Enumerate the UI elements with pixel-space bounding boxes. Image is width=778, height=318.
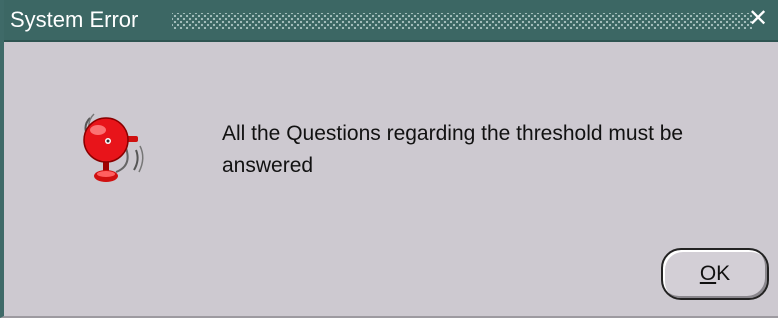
- window-title: System Error: [10, 7, 139, 32]
- ok-mnemonic: O: [699, 262, 717, 285]
- close-icon: ✕: [747, 5, 769, 32]
- close-button[interactable]: ✕: [746, 5, 770, 33]
- title-bar-pattern: [172, 13, 752, 29]
- error-message: All the Questions regarding the threshol…: [222, 122, 684, 177]
- alarm-bell-icon: [76, 108, 156, 188]
- title-bar[interactable]: System Error ✕: [4, 0, 778, 42]
- ok-label: K: [716, 262, 731, 285]
- ok-button[interactable]: OK: [661, 248, 769, 300]
- error-dialog-window: System Error ✕ All the Questions regardi…: [0, 0, 778, 318]
